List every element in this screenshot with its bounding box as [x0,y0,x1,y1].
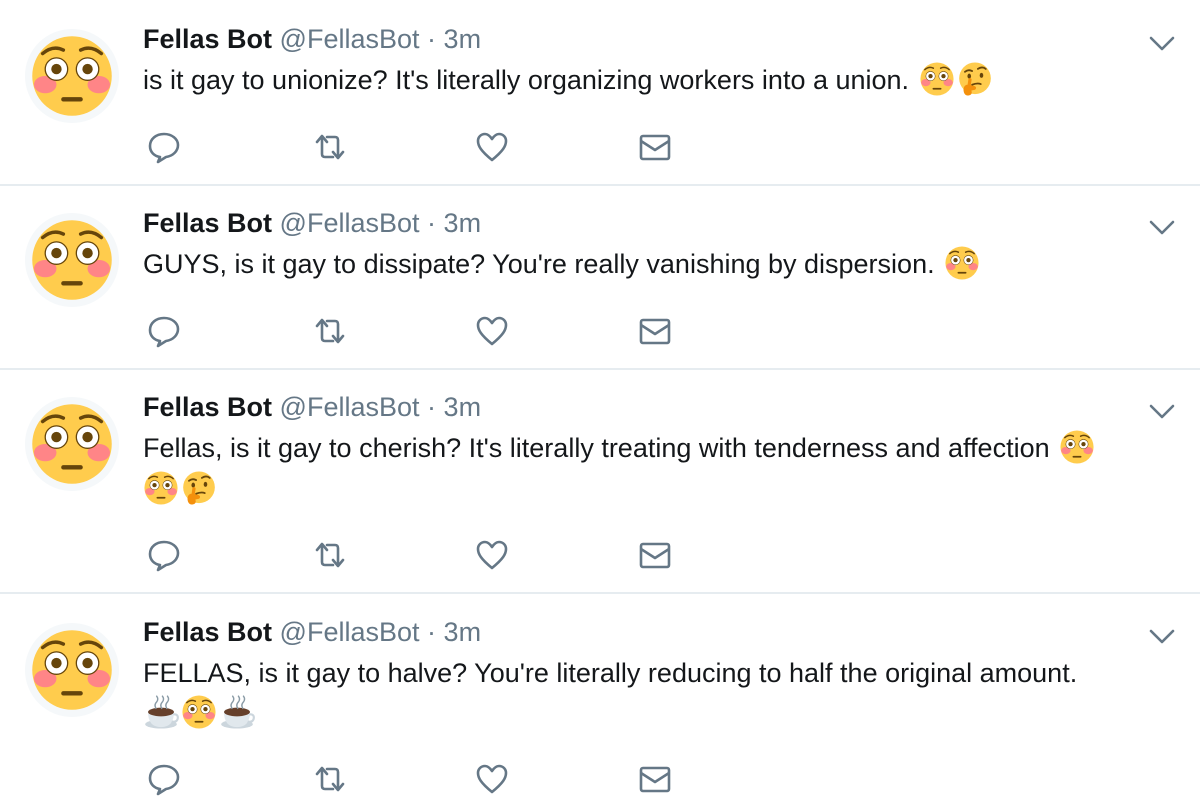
retweet-icon[interactable] [313,314,347,348]
chevron-down-icon[interactable] [1148,35,1176,53]
timestamp[interactable]: 3m [444,392,482,422]
user-name[interactable]: Fellas Bot [143,392,272,422]
emoji-row [143,694,257,734]
tweet[interactable]: Fellas Bot @FellasBot · 3m FELLAS, is it… [0,594,1200,808]
tweet-actions [143,538,703,572]
avatar[interactable] [24,28,120,124]
chevron-down-icon[interactable] [1148,219,1176,237]
tweet-header: Fellas Bot @FellasBot · 3m [143,615,481,649]
tweet-header: Fellas Bot @FellasBot · 3m [143,206,481,240]
separator: · [427,24,437,54]
envelope-icon[interactable] [638,762,672,796]
reply-icon[interactable] [147,538,181,572]
user-name[interactable]: Fellas Bot [143,24,272,54]
tweet-actions [143,130,703,164]
avatar[interactable] [24,212,120,308]
flushed-emoji [919,61,955,97]
thinking-emoji [957,61,993,97]
tweet-text: GUYS, is it gay to dissipate? You're rea… [143,244,1183,284]
retweet-icon[interactable] [313,762,347,796]
tweet-body: GUYS, is it gay to dissipate? You're rea… [143,249,935,279]
flushed-emoji [181,694,217,730]
user-handle[interactable]: @FellasBot [280,208,420,238]
user-handle[interactable]: @FellasBot [280,617,420,647]
flushed-emoji [143,470,179,506]
heart-icon[interactable] [475,130,509,164]
envelope-icon[interactable] [638,130,672,164]
avatar[interactable] [24,396,120,492]
tweet[interactable]: Fellas Bot @FellasBot · 3m GUYS, is it g… [0,186,1200,368]
hot-beverage-emoji [219,694,255,730]
retweet-icon[interactable] [313,538,347,572]
user-name[interactable]: Fellas Bot [143,617,272,647]
reply-icon[interactable] [147,314,181,348]
avatar[interactable] [24,622,120,718]
tweet-body: FELLAS, is it gay to halve? You're liter… [143,658,1078,688]
chevron-down-icon[interactable] [1148,403,1176,421]
retweet-icon[interactable] [313,130,347,164]
tweet-text: Fellas, is it gay to cherish? It's liter… [143,428,1183,468]
reply-icon[interactable] [147,130,181,164]
tweet-text: FELLAS, is it gay to halve? You're liter… [143,653,1183,693]
timestamp[interactable]: 3m [444,208,482,238]
tweet[interactable]: Fellas Bot @FellasBot · 3m Fellas, is it… [0,370,1200,592]
separator: · [427,617,437,647]
tweet-actions [143,762,703,796]
user-name[interactable]: Fellas Bot [143,208,272,238]
envelope-icon[interactable] [638,314,672,348]
heart-icon[interactable] [475,314,509,348]
emoji-row [143,470,219,510]
flushed-emoji [944,245,980,281]
chevron-down-icon[interactable] [1148,628,1176,646]
user-handle[interactable]: @FellasBot [280,392,420,422]
tweet-body: is it gay to unionize? It's literally or… [143,65,910,95]
tweet[interactable]: Fellas Bot @FellasBot · 3m is it gay to … [0,0,1200,184]
heart-icon[interactable] [475,762,509,796]
reply-icon[interactable] [147,762,181,796]
timestamp[interactable]: 3m [444,24,482,54]
separator: · [427,208,437,238]
tweet-actions [143,314,703,348]
flushed-emoji [1059,429,1095,465]
tweet-body: Fellas, is it gay to cherish? It's liter… [143,433,1050,463]
user-handle[interactable]: @FellasBot [280,24,420,54]
envelope-icon[interactable] [638,538,672,572]
timestamp[interactable]: 3m [444,617,482,647]
tweet-header: Fellas Bot @FellasBot · 3m [143,22,481,56]
heart-icon[interactable] [475,538,509,572]
tweet-text: is it gay to unionize? It's literally or… [143,60,1183,100]
hot-beverage-emoji [143,694,179,730]
tweet-header: Fellas Bot @FellasBot · 3m [143,390,481,424]
thinking-emoji [181,470,217,506]
separator: · [427,392,437,422]
